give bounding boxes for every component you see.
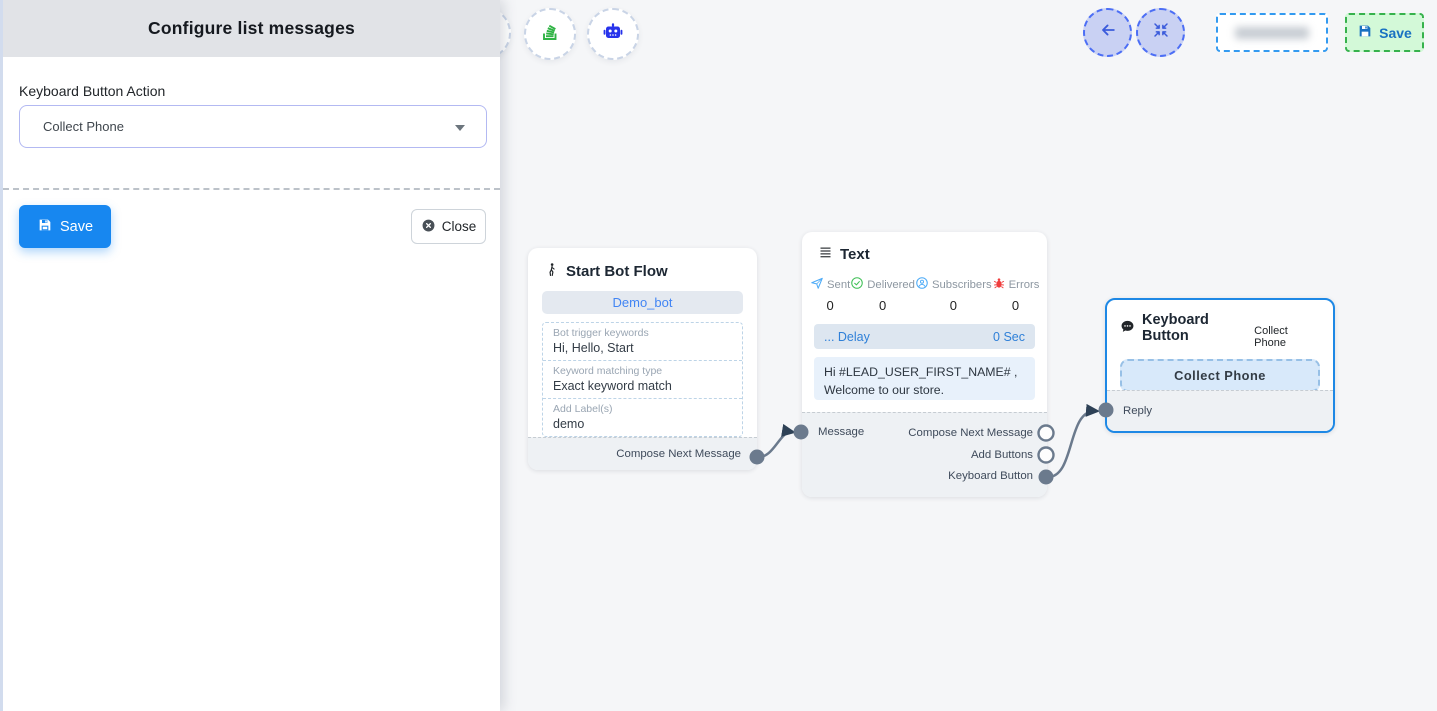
- port-text-compose-next-message[interactable]: [1039, 426, 1054, 441]
- port-text-keyboard-button[interactable]: [1039, 470, 1054, 485]
- save-floppy-icon: [37, 217, 53, 237]
- text-node-title: Text: [840, 246, 870, 263]
- stat-errors: Errors 0: [992, 276, 1040, 313]
- keyboard-action-corner-label: Collect Phone: [1254, 325, 1320, 349]
- delay-label: ... Delay: [824, 330, 870, 344]
- bug-icon: [992, 276, 1006, 293]
- text-output-compose-label: Compose Next Message: [908, 427, 1033, 439]
- configure-panel: Configure list messages Keyboard Button …: [0, 0, 500, 711]
- field-label: Add Label(s): [553, 403, 732, 415]
- stat-label: Sent: [827, 279, 850, 291]
- field-bot-trigger-keywords[interactable]: Bot trigger keywords Hi, Hello, Start: [543, 323, 742, 361]
- port-keyboard-reply-input[interactable]: [1099, 403, 1114, 418]
- port-text-message-input[interactable]: [794, 425, 809, 440]
- compress-icon: [1152, 21, 1170, 44]
- keyboard-button-action-select[interactable]: Collect Phone: [19, 105, 487, 148]
- user-circle-icon: [915, 276, 929, 293]
- field-value: demo: [553, 417, 732, 431]
- robot-icon: [601, 20, 625, 49]
- close-circle-icon: [421, 218, 436, 236]
- panel-divider: [3, 188, 500, 190]
- panel-header: Configure list messages: [3, 0, 500, 57]
- collect-phone-button[interactable]: Collect Phone: [1120, 359, 1320, 392]
- stat-label: Delivered: [867, 279, 915, 291]
- port-text-add-buttons[interactable]: [1039, 448, 1054, 463]
- panel-save-label: Save: [60, 219, 93, 235]
- keyboard-input-label: Reply: [1123, 405, 1152, 417]
- select-value: Collect Phone: [43, 119, 124, 134]
- text-input-label: Message: [818, 426, 864, 438]
- field-value: Exact keyword match: [553, 379, 732, 393]
- stat-sent: Sent 0: [810, 276, 850, 313]
- save-floppy-icon: [1357, 23, 1373, 42]
- collect-phone-button-label: Collect Phone: [1174, 368, 1266, 383]
- flow-builder-app: { "panel": { "title": "Configure list me…: [0, 0, 1437, 711]
- stat-subscribers: Subscribers 0: [915, 276, 992, 313]
- start-node-fields[interactable]: Bot trigger keywords Hi, Hello, Start Ke…: [542, 322, 743, 437]
- panel-title: Configure list messages: [148, 18, 355, 39]
- stat-label: Errors: [1009, 279, 1040, 291]
- stack-icon: [538, 20, 562, 49]
- keyboard-button-action-label: Keyboard Button Action: [19, 83, 165, 99]
- bot-tool-button[interactable]: [587, 8, 639, 60]
- start-output-label: Compose Next Message: [616, 448, 741, 460]
- panel-save-button[interactable]: Save: [19, 205, 111, 248]
- redacted-text-blob: [1235, 27, 1309, 39]
- stat-value: 0: [850, 298, 915, 313]
- field-keyword-matching-type[interactable]: Keyword matching type Exact keyword matc…: [543, 361, 742, 399]
- canvas-save-label: Save: [1379, 25, 1412, 41]
- panel-close-label: Close: [442, 219, 477, 234]
- field-label: Bot trigger keywords: [553, 327, 732, 339]
- fit-view-button[interactable]: [1136, 8, 1185, 57]
- field-add-labels[interactable]: Add Label(s) demo: [543, 399, 742, 436]
- keyboard-node-title: Keyboard Button: [1142, 312, 1254, 344]
- walking-person-icon: [544, 262, 559, 281]
- port-start-compose-next-message[interactable]: [750, 450, 765, 465]
- node-keyboard-button[interactable]: Keyboard Button Collect Phone Collect Ph…: [1105, 298, 1335, 433]
- stack-tool-button[interactable]: [524, 8, 576, 60]
- start-node-title: Start Bot Flow: [566, 263, 668, 280]
- stat-label: Subscribers: [932, 279, 992, 291]
- message-preview[interactable]: Hi #LEAD_USER_FIRST_NAME# , Welcome to o…: [814, 357, 1035, 400]
- text-output-add-buttons-label: Add Buttons: [971, 449, 1033, 461]
- check-circle-icon: [850, 276, 864, 293]
- send-icon: [810, 276, 824, 293]
- text-node-stats: Sent 0 Delivered 0 Subscribers: [802, 276, 1047, 313]
- delay-row[interactable]: ... Delay 0 Sec: [814, 324, 1035, 349]
- chevron-down-icon: [455, 125, 465, 131]
- canvas-save-button[interactable]: Save: [1345, 13, 1424, 52]
- delay-value: 0 Sec: [993, 330, 1025, 344]
- back-button[interactable]: [1083, 8, 1132, 57]
- stat-delivered: Delivered 0: [850, 276, 915, 313]
- node-start-bot-flow[interactable]: Start Bot Flow Demo_bot Bot trigger keyw…: [528, 248, 757, 470]
- edge-text-to-keyboard: [1046, 411, 1096, 477]
- flow-name-chip-redacted[interactable]: [1216, 13, 1328, 52]
- field-label: Keyword matching type: [553, 365, 732, 377]
- chat-bubble-icon: [1120, 319, 1135, 338]
- stat-value: 0: [915, 298, 992, 313]
- field-value: Hi, Hello, Start: [553, 341, 732, 355]
- stat-value: 0: [810, 298, 850, 313]
- text-output-keyboard-label: Keyboard Button: [948, 470, 1033, 482]
- bot-name-label: Demo_bot: [613, 295, 673, 310]
- panel-close-button[interactable]: Close: [411, 209, 486, 244]
- back-arrow-icon: [1098, 20, 1118, 45]
- bot-name-chip[interactable]: Demo_bot: [542, 291, 743, 314]
- node-text[interactable]: Text Sent 0 Delivered: [802, 232, 1047, 497]
- stat-value: 0: [992, 298, 1040, 313]
- menu-lines-icon: [818, 245, 833, 264]
